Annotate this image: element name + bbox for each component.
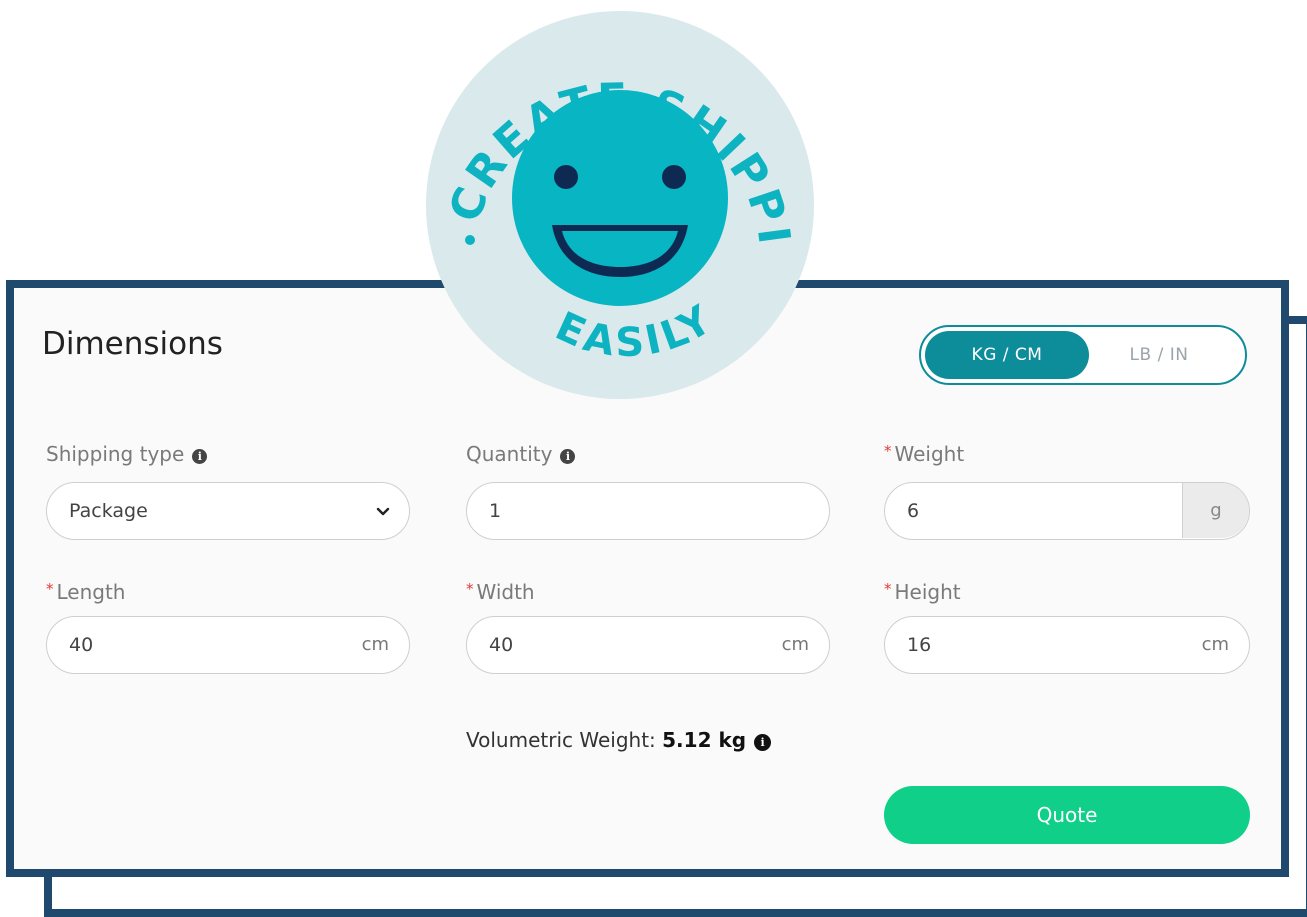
shipping-type-select[interactable]: Package (46, 482, 410, 540)
quantity-input[interactable]: 1 (466, 482, 830, 540)
shipping-type-label: Shipping type i (46, 442, 208, 466)
length-value: 40 (69, 634, 94, 656)
required-marker: * (884, 580, 892, 598)
height-unit: cm (1201, 634, 1229, 655)
required-marker: * (884, 442, 892, 460)
info-icon[interactable]: i (560, 449, 576, 464)
required-marker: * (466, 580, 474, 598)
required-marker: * (46, 580, 54, 598)
unit-toggle[interactable]: KG / CM LB / IN (919, 325, 1247, 385)
length-label: * Length (46, 580, 126, 604)
volumetric-weight: Volumetric Weight: 5.12 kg i (466, 728, 772, 752)
quantity-label: Quantity i (466, 442, 576, 466)
unit-option-kg-cm[interactable]: KG / CM (925, 331, 1089, 379)
length-unit: cm (361, 634, 389, 655)
weight-unit-addon: g (1182, 483, 1249, 538)
quote-button[interactable]: Quote (884, 786, 1250, 844)
page-title: Dimensions (42, 326, 223, 362)
width-value: 40 (489, 634, 514, 656)
width-input[interactable]: 40 cm (466, 616, 830, 674)
weight-label: * Weight (884, 442, 965, 466)
info-icon[interactable]: i (754, 734, 772, 751)
weight-input[interactable]: 6 g (884, 482, 1250, 540)
badge-dot (465, 235, 475, 245)
length-input[interactable]: 40 cm (46, 616, 410, 674)
volumetric-weight-label: Volumetric Weight: (466, 728, 656, 752)
create-shipping-labels-badge: CREATE SHIPPING LABELS EASILY (424, 9, 814, 399)
info-icon[interactable]: i (192, 449, 208, 464)
weight-value: 6 (907, 500, 920, 522)
width-label: * Width (466, 580, 535, 604)
quantity-value: 1 (489, 500, 502, 522)
unit-option-lb-in[interactable]: LB / IN (1077, 331, 1241, 379)
shipping-type-value: Package (69, 500, 148, 522)
height-label: * Height (884, 580, 961, 604)
smiley-face-icon (512, 90, 728, 306)
volumetric-weight-value: 5.12 kg (662, 728, 747, 752)
chevron-down-icon (376, 507, 390, 516)
height-input[interactable]: 16 cm (884, 616, 1250, 674)
height-value: 16 (907, 634, 932, 656)
width-unit: cm (781, 634, 809, 655)
